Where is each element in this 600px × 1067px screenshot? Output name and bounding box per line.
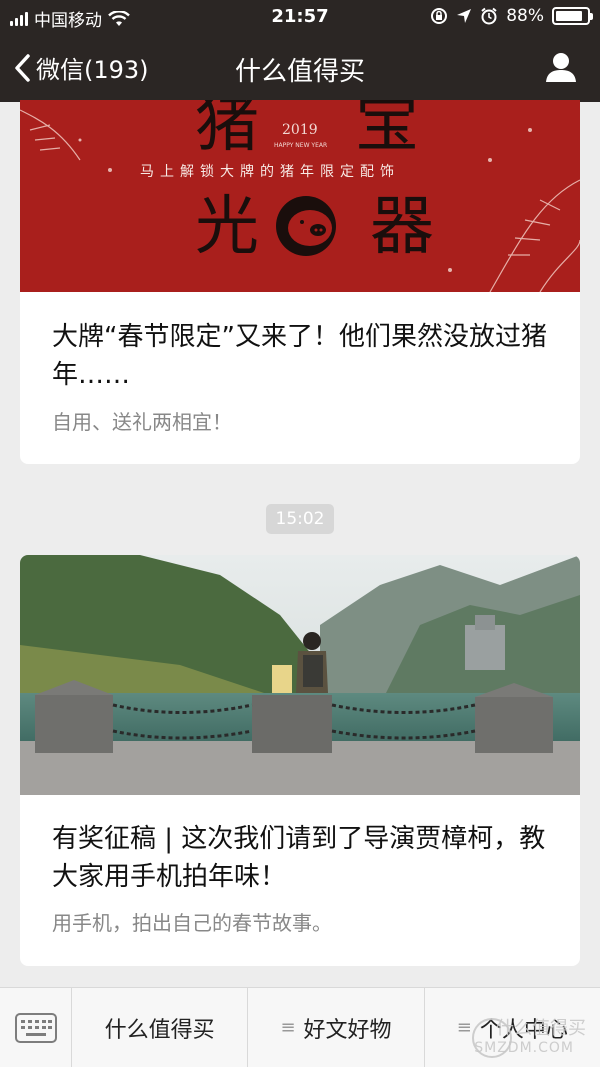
article-headline[interactable]: 大牌“春节限定”又来了！他们果然没放过猪年……	[52, 318, 552, 394]
battery-percent: 88%	[506, 6, 544, 26]
menu-label: 什么值得买	[104, 1017, 215, 1043]
submenu-icon: ≡	[456, 1017, 472, 1038]
article-headline[interactable]: 有奖征稿 | 这次我们请到了导演贾樟柯，教大家用手机拍年味！	[52, 820, 552, 896]
top-bar: 中国移动 21:57 88% 微信(193) 什么值得买	[0, 0, 600, 102]
nav-bar: 微信(193) 什么值得买	[0, 36, 600, 100]
landscape-photo	[20, 555, 580, 795]
banner-year: 2019	[282, 122, 318, 138]
alarm-icon	[481, 7, 497, 25]
status-bar: 中国移动 21:57 88%	[0, 0, 600, 34]
keyboard-toggle-button[interactable]	[0, 988, 72, 1067]
banner-tag: HAPPY NEW YEAR	[274, 142, 327, 149]
banner-char-2: 宝	[355, 100, 419, 161]
menu-item-home[interactable]: 什么值得买	[72, 988, 249, 1067]
page-title: 什么值得买	[234, 57, 365, 87]
banner-char-4: 器	[370, 190, 434, 264]
status-right: 88%	[430, 6, 593, 26]
location-icon	[457, 9, 472, 23]
banner-char-3: 光	[195, 190, 259, 264]
article-description: 用手机，拍出自己的春节故事。	[52, 911, 332, 935]
profile-icon[interactable]	[544, 50, 578, 84]
watermark-text: 什么值得买	[496, 1018, 586, 1039]
banner-subtitle: 马上解锁大牌的猪年限定配饰	[140, 163, 400, 180]
submenu-icon: ≡	[280, 1017, 296, 1038]
menu-label: 好文好物	[303, 1017, 392, 1043]
menu-item-articles[interactable]: ≡ 好文好物	[248, 988, 425, 1067]
article-banner: 猪 宝 光 器 2019 HAPPY NEW YEAR 马上解锁大牌的猪年限定配…	[20, 100, 580, 292]
article-card[interactable]: 有奖征稿 | 这次我们请到了导演贾樟柯，教大家用手机拍年味！ 用手机，拍出自己的…	[20, 555, 580, 966]
article-banner	[20, 555, 580, 795]
rotation-lock-icon	[431, 8, 448, 24]
article-description: 自用、送礼两相宜！	[52, 410, 232, 434]
banner-decoration: 猪 宝 光 器 2019 HAPPY NEW YEAR 马上解锁大牌的猪年限定配…	[20, 100, 580, 292]
keyboard-icon	[14, 1013, 57, 1043]
watermark-domain: SMZDM.COM	[474, 1040, 574, 1056]
article-card[interactable]: 猪 宝 光 器 2019 HAPPY NEW YEAR 马上解锁大牌的猪年限定配…	[20, 100, 580, 464]
timestamp-badge: 15:02	[266, 504, 334, 534]
battery-icon	[552, 7, 593, 25]
watermark: 什么值得买 SMZDM.COM	[472, 1010, 592, 1062]
pig-icon	[276, 196, 336, 256]
banner-char-1: 猪	[195, 100, 259, 161]
